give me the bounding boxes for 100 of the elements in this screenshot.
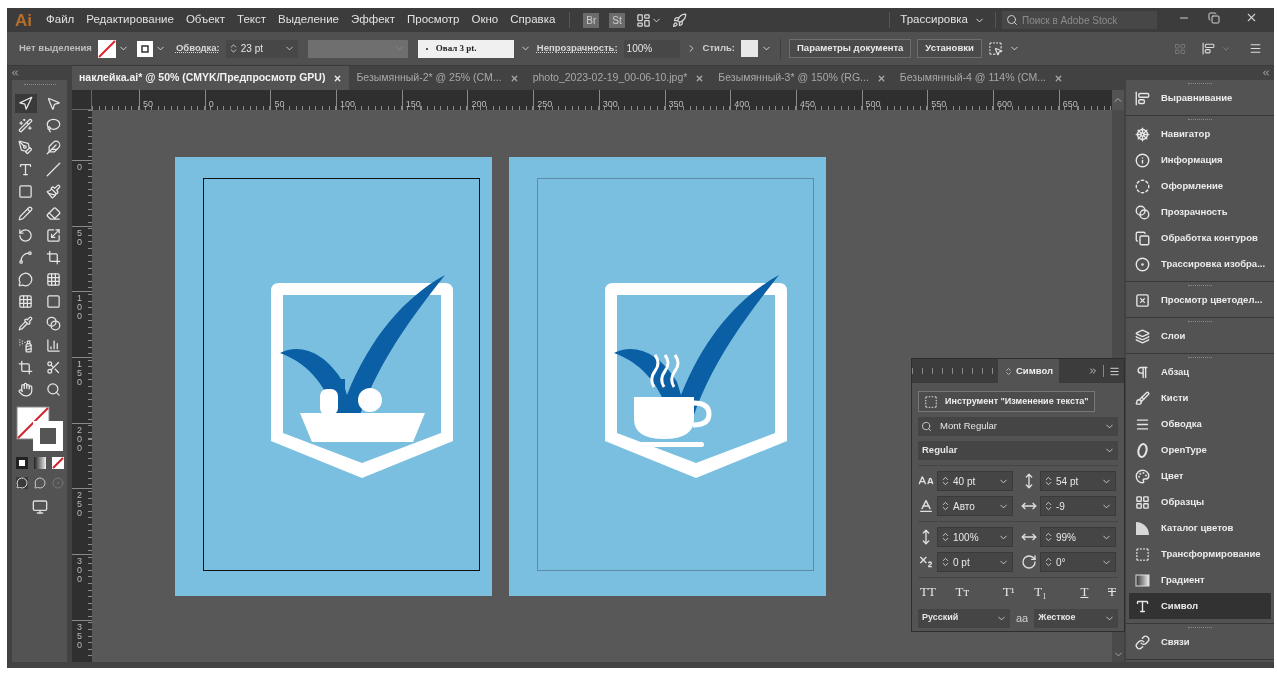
spinner-icon[interactable] — [1043, 499, 1054, 513]
menu-item[interactable]: Выделение — [272, 11, 345, 29]
stock-search-field[interactable]: Поиск в Adobe Stock — [1002, 11, 1157, 29]
menu-item[interactable]: Справка — [504, 11, 562, 29]
panel-tab[interactable]: Обработка контуров — [1129, 225, 1271, 251]
lasso-icon[interactable] — [46, 118, 61, 133]
panel-tab[interactable]: Символ — [1129, 593, 1271, 619]
stroke-swatch[interactable] — [136, 40, 153, 57]
spinner-icon[interactable] — [1043, 530, 1054, 544]
selection-options-icon[interactable] — [987, 41, 1003, 56]
spinner-icon[interactable] — [940, 555, 951, 569]
style-swatch[interactable] — [741, 40, 758, 57]
panel-tab[interactable]: Градиент — [1129, 567, 1271, 593]
field-value[interactable]: 0 pt — [953, 554, 995, 570]
field-value[interactable]: 99% — [1056, 529, 1098, 545]
pen-icon[interactable] — [18, 140, 33, 155]
magic-wand-icon[interactable] — [18, 118, 33, 133]
panel-tab[interactable]: Информация — [1129, 147, 1271, 173]
spinner-icon[interactable] — [940, 530, 951, 544]
panel-tab[interactable]: Образцы — [1129, 489, 1271, 515]
field-value[interactable]: -9 — [1056, 498, 1098, 514]
spinner-icon[interactable] — [1043, 474, 1054, 488]
screen-mode-icon[interactable] — [30, 499, 49, 515]
field-value[interactable]: 100% — [953, 529, 995, 545]
field-value[interactable]: Авто — [953, 498, 995, 514]
document-tab[interactable]: наклейка.ai* @ 50% (CMYK/Предпросмотр GPU) — [72, 66, 350, 90]
close-tab-icon[interactable] — [1054, 73, 1063, 83]
menu-item[interactable]: Объект — [179, 11, 232, 29]
panel-tab[interactable]: Выравнивание — [1129, 85, 1271, 111]
field-value[interactable]: 54 pt — [1056, 473, 1098, 489]
collapse-icon[interactable] — [10, 68, 20, 78]
panel-tab[interactable]: Кисти — [1129, 385, 1271, 411]
paintbrush-icon[interactable] — [46, 184, 61, 199]
rectangle-icon[interactable] — [18, 184, 33, 199]
type-style-button[interactable]: T¹ — [1002, 582, 1015, 602]
opacity-field[interactable]: 100% — [623, 39, 680, 58]
workspace-layout-icon[interactable] — [635, 12, 651, 28]
document-tab[interactable]: Безымянный-3* @ 150% (RG... — [711, 66, 893, 90]
fill-stroke-swatches[interactable] — [14, 405, 65, 453]
panel-tab[interactable]: Слои — [1129, 323, 1271, 349]
color-mode-icon[interactable] — [15, 457, 28, 469]
antialiasing-dropdown[interactable]: Жесткое — [1034, 608, 1118, 628]
brush-dropdown[interactable]: Овал 3 pt. — [417, 39, 514, 58]
menu-item[interactable]: Текст — [231, 11, 272, 29]
workspace-switcher[interactable]: Трассировка — [896, 11, 989, 29]
type-style-button[interactable]: T — [1080, 582, 1089, 602]
panel-tab[interactable]: Связи — [1129, 629, 1271, 655]
zoom-icon[interactable] — [46, 382, 61, 397]
close-tab-icon[interactable] — [333, 73, 343, 83]
opacity-label[interactable]: Непрозрачность: — [536, 41, 618, 56]
panel-tab[interactable]: Трассировка изобра... — [1129, 251, 1271, 277]
menu-item[interactable]: Эффект — [344, 11, 401, 29]
menu-item[interactable]: Окно — [465, 11, 505, 29]
close-tab-icon[interactable] — [695, 73, 705, 83]
panel-tab[interactable]: Каталог цветов — [1129, 515, 1271, 541]
gradient-mode-icon[interactable] — [33, 457, 46, 469]
line-icon[interactable] — [46, 162, 61, 177]
spinner-icon[interactable] — [940, 499, 951, 513]
tool-button[interactable] — [14, 94, 37, 113]
language-dropdown[interactable]: Русский — [918, 608, 1010, 628]
search-icon[interactable] — [921, 421, 932, 432]
type-style-button[interactable]: Tт — [955, 582, 970, 602]
type-style-button[interactable]: TT — [920, 582, 936, 602]
menu-item[interactable]: Файл — [40, 11, 81, 29]
panel-tab[interactable]: Навигатор — [1129, 121, 1271, 147]
symbol-sprayer-icon[interactable] — [18, 338, 33, 353]
value-field[interactable]: 40 pt — [937, 471, 1013, 491]
more-panels-icon[interactable] — [1088, 366, 1098, 376]
panel-tab[interactable]: Абзац — [1129, 359, 1271, 385]
none-mode-icon[interactable] — [51, 457, 64, 469]
field-value[interactable]: 0° — [1056, 554, 1098, 570]
hand-icon[interactable] — [18, 382, 33, 397]
touch-type-button[interactable]: Инструмент "Изменение текста" — [918, 391, 1095, 412]
value-field[interactable]: 99% — [1040, 527, 1116, 547]
panel-title-tab[interactable]: Символ — [998, 359, 1060, 383]
menu-item[interactable]: Редактирование — [80, 11, 180, 29]
column-graph-icon[interactable] — [46, 338, 61, 353]
scissors-icon[interactable] — [46, 360, 61, 375]
close-tab-icon[interactable] — [876, 73, 886, 83]
restore-icon[interactable] — [1208, 12, 1220, 24]
rocket-icon[interactable] — [671, 12, 687, 28]
close-icon[interactable] — [1245, 11, 1258, 24]
type-style-button[interactable]: T — [1108, 582, 1116, 602]
type-icon[interactable] — [18, 162, 33, 177]
app-launcher[interactable]: St — [609, 12, 625, 28]
panel-tab[interactable]: Цвет — [1129, 463, 1271, 489]
spinner-icon[interactable] — [940, 474, 951, 488]
blend-icon[interactable] — [46, 316, 61, 331]
font-family-dropdown[interactable]: Mont Regular — [918, 417, 1118, 436]
menu-icon[interactable] — [1249, 42, 1262, 55]
perspective-grid-icon[interactable] — [46, 272, 61, 287]
rotate-icon[interactable] — [18, 228, 33, 243]
mesh-icon[interactable] — [18, 294, 33, 309]
control-bar-button[interactable]: Параметры документа — [789, 39, 912, 58]
value-field[interactable]: 100% — [937, 527, 1013, 547]
value-field[interactable]: -9 — [1040, 496, 1116, 516]
stroke-label[interactable]: Обводка: — [175, 41, 220, 56]
panel-tab[interactable]: Обводка — [1129, 411, 1271, 437]
value-field[interactable]: 0 pt — [937, 552, 1013, 572]
type-style-button[interactable]: T₁ — [1034, 582, 1047, 602]
